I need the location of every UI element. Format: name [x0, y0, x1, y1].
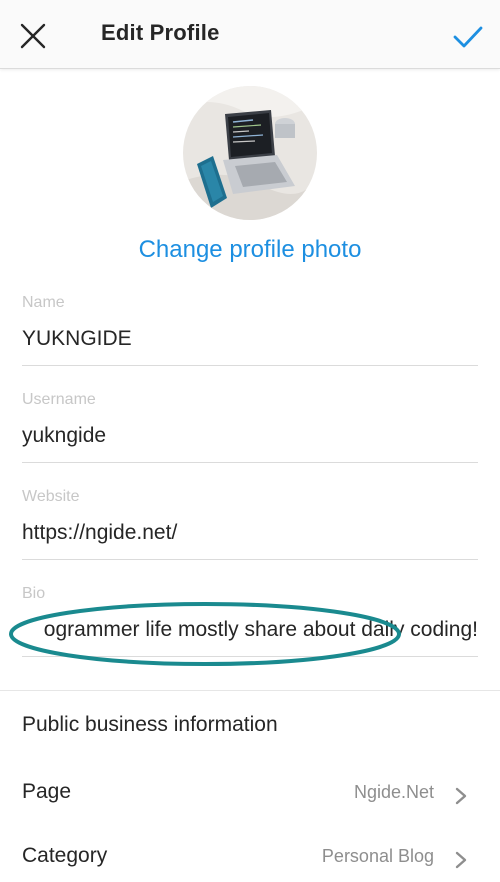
profile-avatar[interactable]: [183, 86, 317, 220]
website-input[interactable]: https://ngide.net/: [22, 521, 478, 560]
category-row-label: Category: [22, 844, 108, 867]
bio-input[interactable]: ogrammer life mostly share about daily c…: [22, 618, 478, 657]
checkmark-icon: [453, 26, 483, 48]
page-row-value: Ngide.Net: [353, 782, 434, 802]
page-row-label: Page: [22, 780, 72, 803]
close-icon: [20, 23, 46, 49]
name-field: Name YUKNGIDE: [22, 294, 478, 366]
website-label: Website: [22, 488, 80, 505]
chevron-right-icon: [455, 787, 467, 805]
page-row[interactable]: Page Ngide.Net: [0, 768, 500, 818]
change-profile-photo-link[interactable]: Change profile photo: [0, 236, 500, 264]
username-input[interactable]: yukngide: [22, 424, 478, 463]
bio-field: Bio ogrammer life mostly share about dai…: [22, 585, 478, 657]
website-field: Website https://ngide.net/: [22, 488, 478, 560]
business-section-title: Public business information: [22, 713, 278, 736]
bio-label: Bio: [22, 585, 46, 602]
name-label: Name: [22, 294, 65, 311]
name-input[interactable]: YUKNGIDE: [22, 327, 478, 366]
chevron-right-icon: [455, 851, 467, 869]
username-label: Username: [22, 391, 96, 408]
category-row[interactable]: Category Personal Blog: [0, 832, 500, 882]
page-title: Edit Profile: [101, 20, 220, 45]
section-divider: [0, 690, 500, 691]
confirm-button[interactable]: [452, 24, 484, 50]
avatar-image: [183, 86, 317, 220]
close-button[interactable]: [19, 22, 47, 50]
top-bar: Edit Profile: [0, 0, 500, 69]
username-field: Username yukngide: [22, 391, 478, 463]
